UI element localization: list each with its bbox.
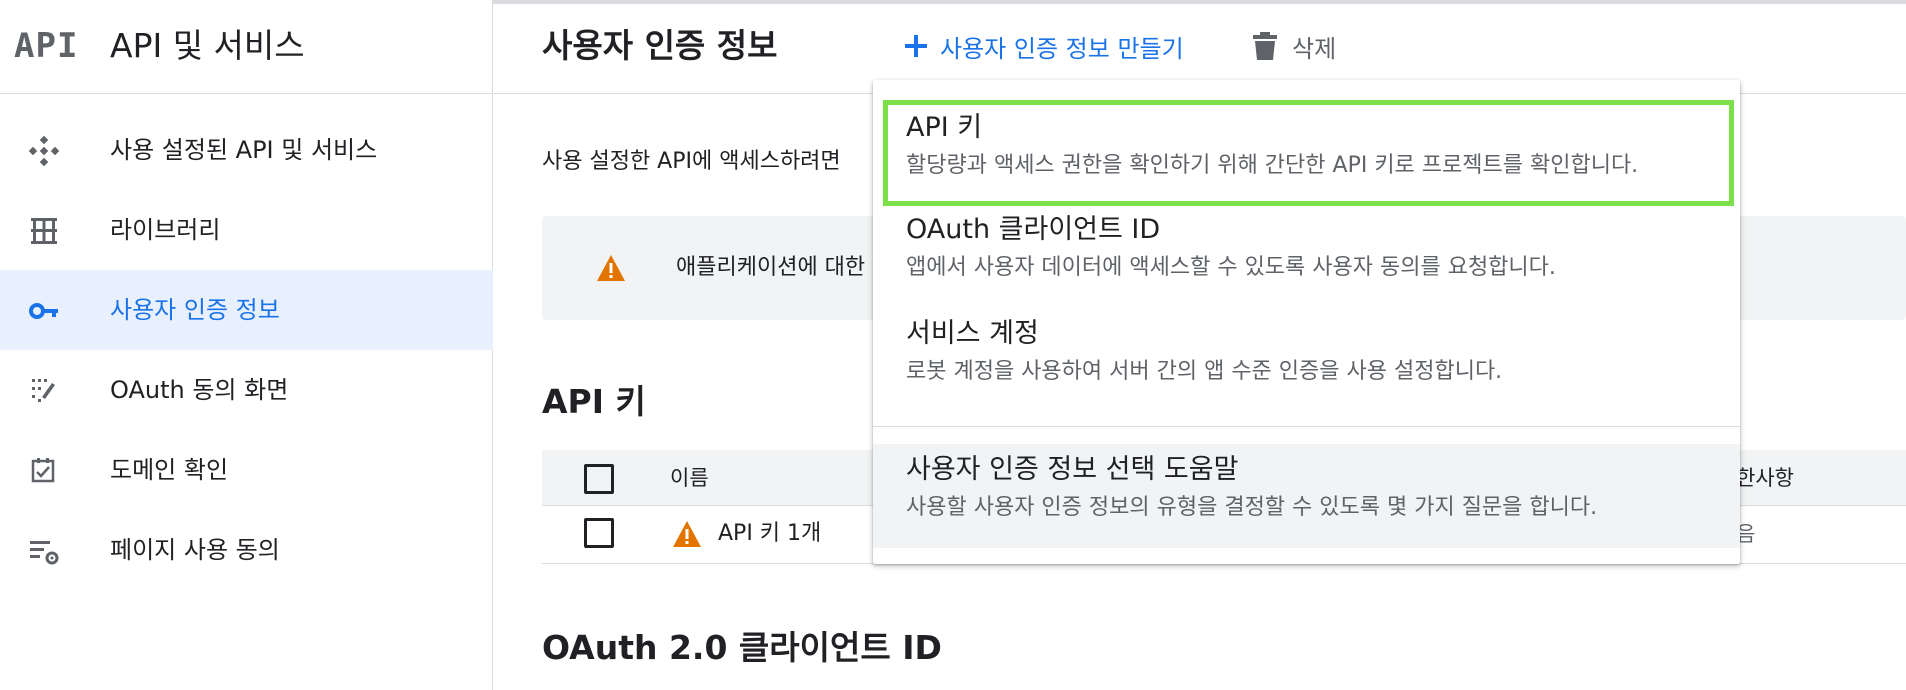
- delete-button[interactable]: 삭제: [1252, 26, 1336, 66]
- sidebar-title: API 및 서비스: [110, 26, 305, 65]
- sidebar-item-credentials[interactable]: 사용자 인증 정보: [0, 270, 493, 350]
- sidebar-item-label: 페이지 사용 동의: [110, 536, 280, 564]
- warning-icon: [597, 255, 625, 281]
- api-logo: API: [14, 26, 79, 66]
- create-credentials-button[interactable]: 사용자 인증 정보 만들기: [902, 26, 1184, 66]
- page-title: 사용자 인증 정보: [542, 26, 778, 65]
- sidebar-item-label: 사용 설정된 API 및 서비스: [110, 136, 378, 164]
- menu-item-title: API 키: [906, 112, 983, 143]
- menu-item-help-me-choose[interactable]: 사용자 인증 정보 선택 도움말 사용할 사용자 인증 정보의 유형을 결정할 …: [873, 444, 1740, 548]
- menu-divider: [873, 426, 1740, 427]
- menu-item-title: 사용자 인증 정보 선택 도움말: [906, 454, 1239, 485]
- column-header-restrictions[interactable]: 한사항: [1736, 462, 1794, 494]
- select-all-checkbox[interactable]: [584, 464, 614, 494]
- create-credentials-menu: API 키 할당량과 액세스 권한을 확인하기 위해 간단한 API 키로 프로…: [873, 80, 1740, 564]
- menu-item-api-key[interactable]: API 키 할당량과 액세스 권한을 확인하기 위해 간단한 API 키로 프로…: [873, 100, 1740, 208]
- menu-item-description: 할당량과 액세스 권한을 확인하기 위해 간단한 API 키로 프로젝트를 확인…: [906, 153, 1639, 178]
- api-key-name-link[interactable]: API 키 1개: [718, 518, 821, 550]
- sidebar-item-label: OAuth 동의 화면: [110, 376, 289, 404]
- sidebar-item-domain-verification[interactable]: 도메인 확인: [0, 430, 493, 510]
- sidebar-item-oauth-consent[interactable]: OAuth 동의 화면: [0, 350, 493, 430]
- key-icon: [29, 303, 58, 319]
- create-credentials-label: 사용자 인증 정보 만들기: [940, 34, 1184, 63]
- column-header-name[interactable]: 이름: [670, 462, 709, 494]
- row-checkbox[interactable]: [584, 518, 614, 548]
- sidebar-item-library[interactable]: 라이브러리: [0, 190, 493, 270]
- sidebar-item-label: 라이브러리: [110, 216, 221, 244]
- intro-text: 사용 설정한 API에 액세스하려면: [542, 149, 841, 174]
- trash-icon: [1253, 32, 1277, 60]
- sidebar-item-enabled-apis[interactable]: 사용 설정된 API 및 서비스: [0, 110, 493, 190]
- consent-screen-icon: [32, 379, 55, 402]
- settings-list-icon: [30, 541, 59, 565]
- menu-item-title: 서비스 계정: [906, 318, 1039, 349]
- warning-icon: [673, 521, 701, 547]
- delete-label: 삭제: [1292, 34, 1337, 63]
- oauth-clients-heading: OAuth 2.0 클라이언트 ID: [542, 628, 942, 667]
- notice-text: 애플리케이션에 대한: [676, 255, 866, 280]
- menu-item-oauth-client[interactable]: OAuth 클라이언트 ID 앱에서 사용자 데이터에 액세스할 수 있도록 사…: [873, 208, 1740, 312]
- menu-item-description: 사용할 사용자 인증 정보의 유형을 결정할 수 있도록 몇 가지 질문을 합니…: [906, 495, 1598, 520]
- sidebar: API API 및 서비스 사용 설정된 API 및 서비스 라이브러리 사용자…: [0, 0, 493, 690]
- library-icon: [31, 218, 57, 244]
- menu-item-service-account[interactable]: 서비스 계정 로봇 계정을 사용하여 서버 간의 앱 수준 인증을 사용 설정합…: [873, 312, 1740, 416]
- sidebar-item-label: 도메인 확인: [110, 456, 229, 484]
- checkbox-icon: [31, 458, 55, 483]
- api-diamond-icon: [28, 135, 60, 167]
- api-keys-heading: API 키: [542, 382, 646, 421]
- plus-icon: [905, 35, 927, 57]
- menu-item-description: 앱에서 사용자 데이터에 액세스할 수 있도록 사용자 동의를 요청합니다.: [906, 255, 1556, 280]
- menu-item-title: OAuth 클라이언트 ID: [906, 214, 1161, 245]
- menu-item-description: 로봇 계정을 사용하여 서버 간의 앱 수준 인증을 사용 설정합니다.: [906, 359, 1503, 384]
- sidebar-item-page-usage[interactable]: 페이지 사용 동의: [0, 510, 493, 590]
- sidebar-header: API API 및 서비스: [0, 0, 493, 94]
- sidebar-item-label: 사용자 인증 정보: [110, 296, 280, 324]
